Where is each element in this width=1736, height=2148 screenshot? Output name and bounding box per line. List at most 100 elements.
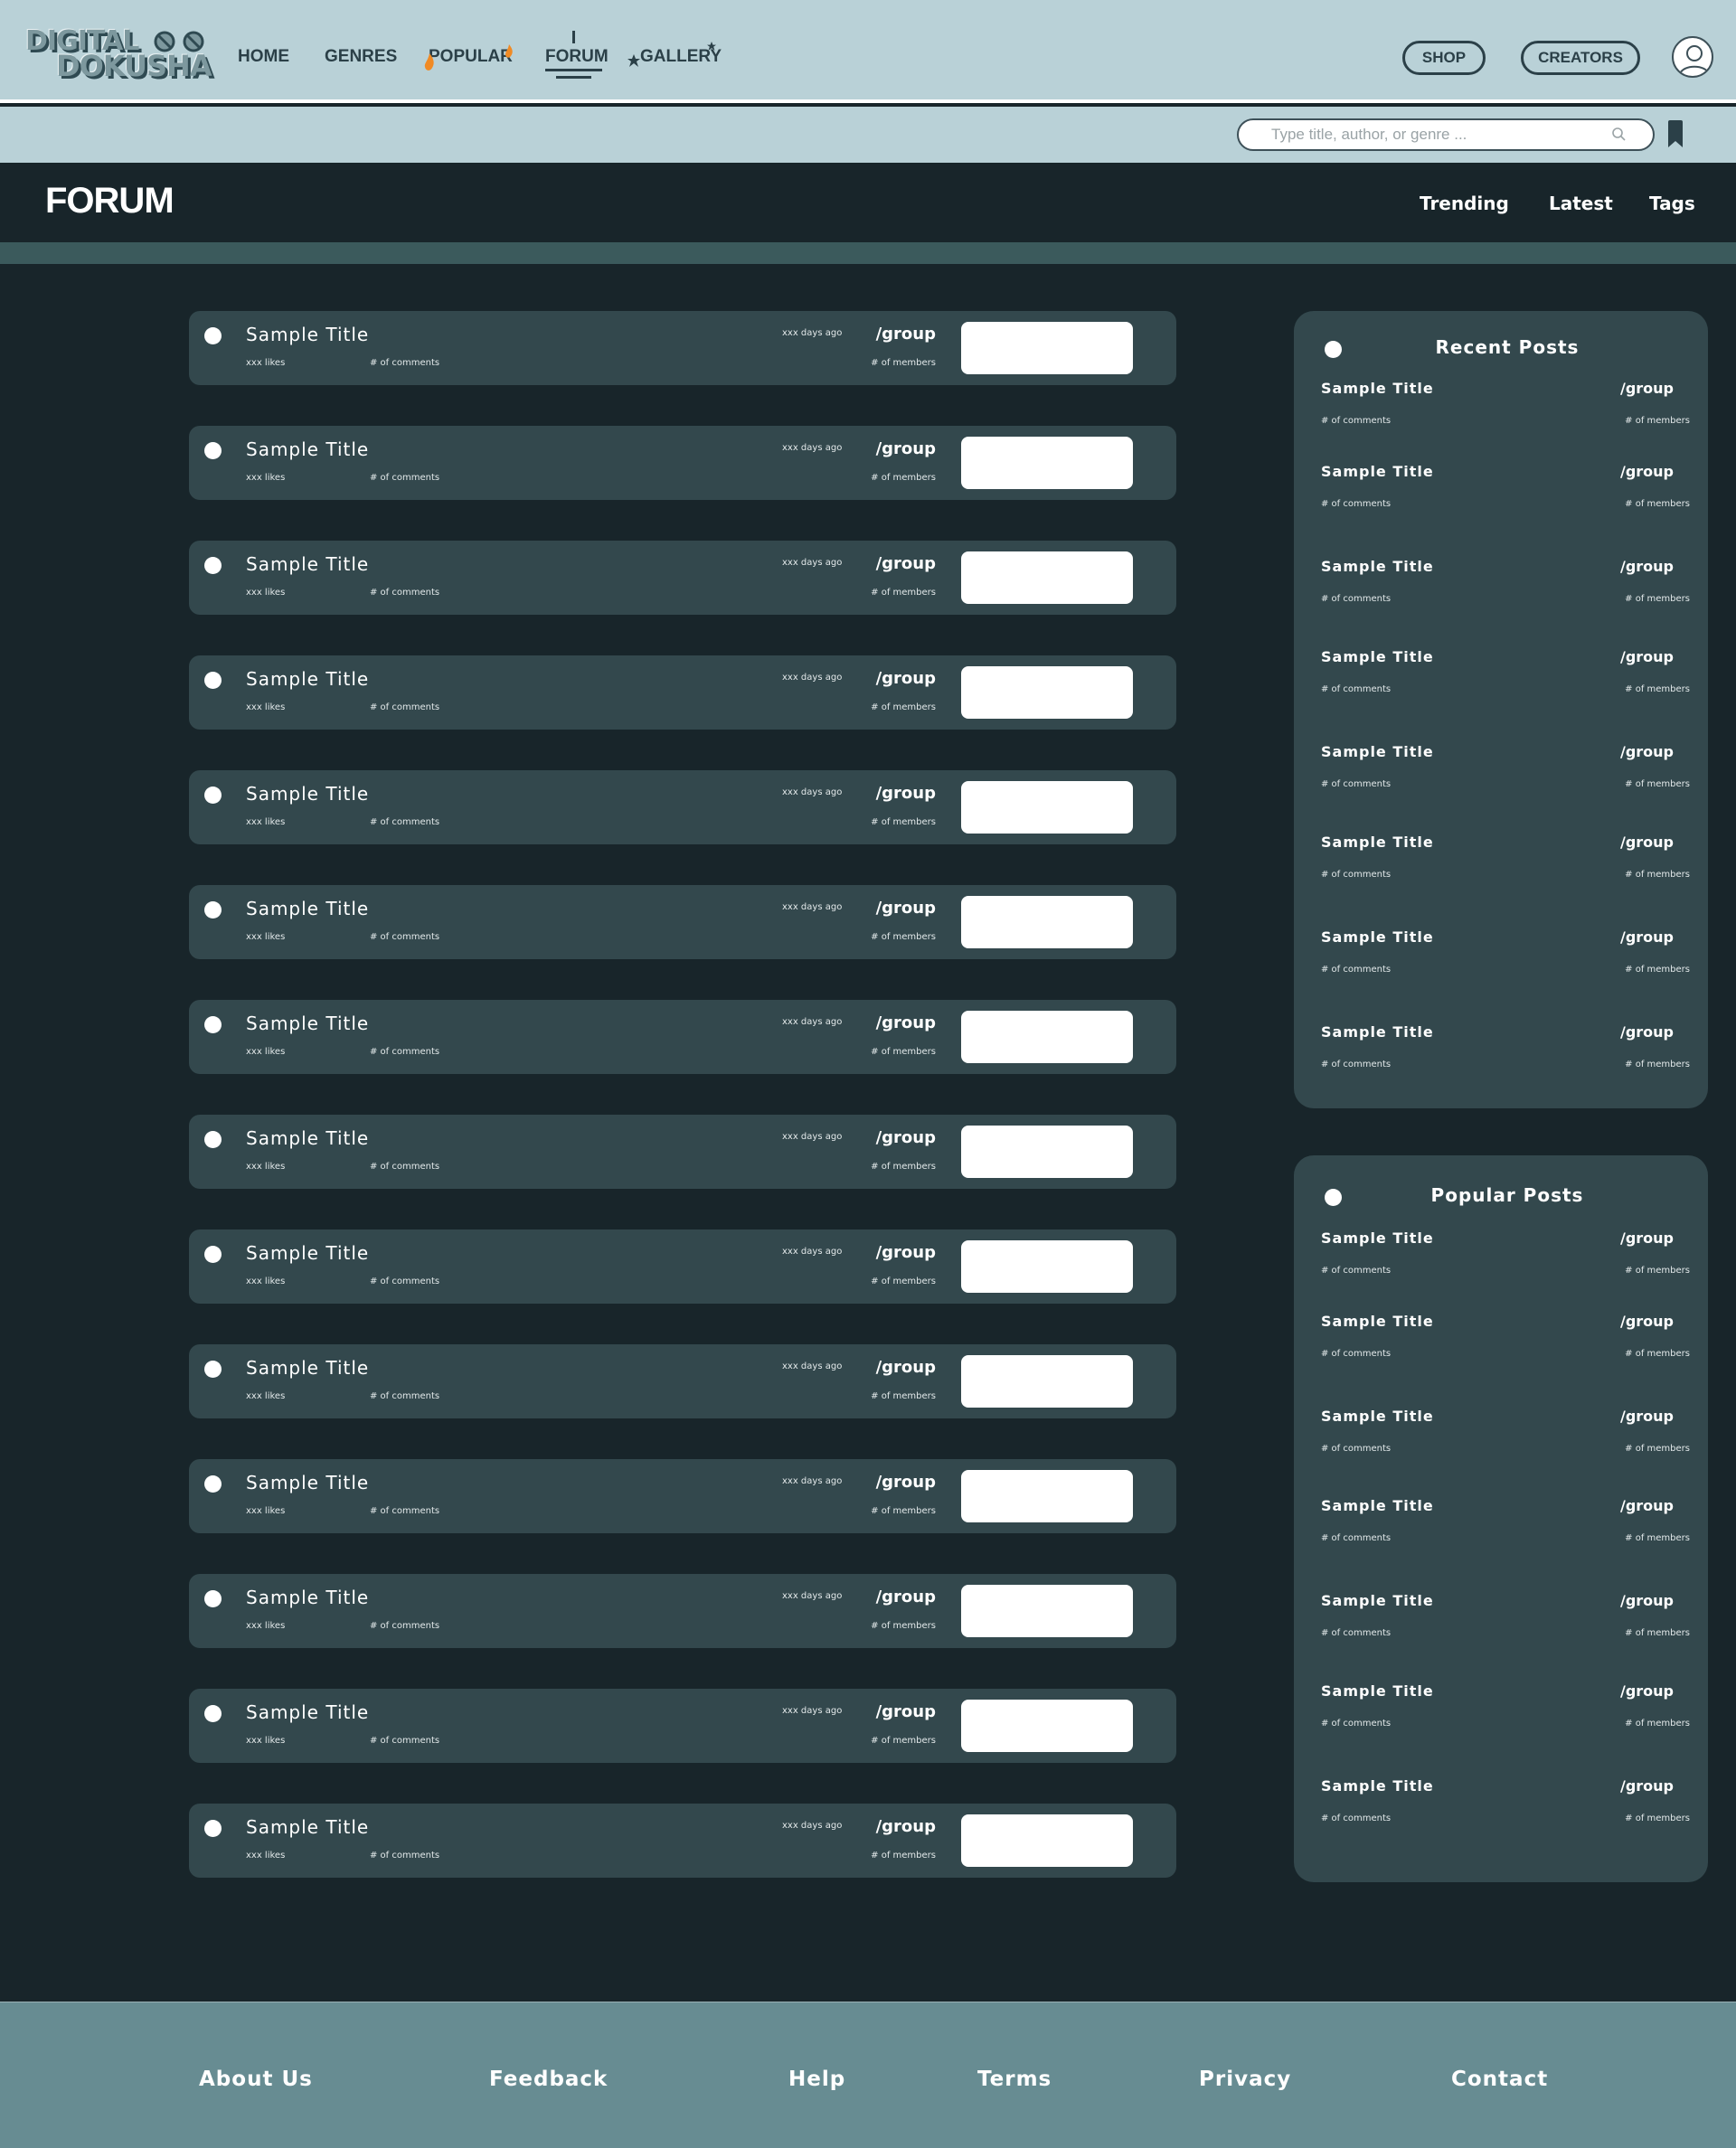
post-title[interactable]: Sample Title — [246, 1013, 369, 1034]
sidebar-post-title[interactable]: Sample Title — [1321, 1682, 1434, 1700]
post-group-link[interactable]: /group — [876, 899, 936, 918]
post-group-link[interactable]: /group — [876, 325, 936, 344]
post-group-link[interactable]: /group — [876, 1358, 936, 1377]
post-group-link[interactable]: /group — [876, 1013, 936, 1032]
sidebar-post-group[interactable]: /group — [1620, 1592, 1674, 1609]
sidebar-post-group[interactable]: /group — [1620, 558, 1674, 575]
post-title[interactable]: Sample Title — [246, 553, 369, 575]
post-group-link[interactable]: /group — [876, 784, 936, 803]
sidebar-post-group[interactable]: /group — [1620, 1777, 1674, 1795]
nav-genres[interactable]: GENRES — [325, 47, 397, 67]
post-join-button[interactable] — [961, 1011, 1133, 1063]
sidebar-post-title[interactable]: Sample Title — [1321, 1023, 1434, 1041]
post-group-link[interactable]: /group — [876, 439, 936, 458]
footer-feedback-link[interactable]: Feedback — [489, 2068, 608, 2091]
sidebar-post-item[interactable]: Sample Title/group # of comments # of memb… — [1294, 1777, 1708, 1832]
search-input[interactable] — [1237, 118, 1655, 151]
post-row[interactable]: Sample Title xxx likes # of comments xxx da… — [189, 1344, 1176, 1418]
sidebar-post-item[interactable]: Sample Title/group # of comments # of memb… — [1294, 1023, 1708, 1078]
post-title[interactable]: Sample Title — [246, 1701, 369, 1723]
post-join-button[interactable] — [961, 551, 1133, 604]
post-join-button[interactable] — [961, 1585, 1133, 1637]
post-row[interactable]: Sample Title xxx likes # of comments xxx da… — [189, 1229, 1176, 1304]
post-join-button[interactable] — [961, 781, 1133, 834]
post-row[interactable]: Sample Title xxx likes # of comments xxx da… — [189, 1115, 1176, 1189]
post-row[interactable]: Sample Title xxx likes # of comments xxx da… — [189, 1574, 1176, 1648]
sidebar-post-item[interactable]: Sample Title/group # of comments # of memb… — [1294, 1229, 1708, 1284]
nav-forum[interactable]: FORUM — [545, 47, 609, 67]
post-group-link[interactable]: /group — [876, 554, 936, 573]
search-icon[interactable] — [1611, 127, 1628, 143]
post-title[interactable]: Sample Title — [246, 324, 369, 345]
sidebar-post-title[interactable]: Sample Title — [1321, 834, 1434, 851]
tab-tags[interactable]: Tags — [1649, 193, 1695, 214]
tab-trending[interactable]: Trending — [1420, 193, 1509, 214]
sidebar-post-title[interactable]: Sample Title — [1321, 463, 1434, 480]
post-title[interactable]: Sample Title — [246, 668, 369, 690]
sidebar-post-group[interactable]: /group — [1620, 834, 1674, 851]
post-row[interactable]: Sample Title xxx likes # of comments xxx da… — [189, 770, 1176, 844]
sidebar-post-item[interactable]: Sample Title/group # of comments # of memb… — [1294, 1408, 1708, 1462]
sidebar-post-title[interactable]: Sample Title — [1321, 380, 1434, 397]
post-row[interactable]: Sample Title xxx likes # of comments xxx da… — [189, 1000, 1176, 1074]
shop-button[interactable]: SHOP — [1402, 41, 1486, 75]
footer-contact-link[interactable]: Contact — [1451, 2068, 1548, 2091]
post-row[interactable]: Sample Title xxx likes # of comments xxx da… — [189, 1689, 1176, 1763]
post-row[interactable]: Sample Title xxx likes # of comments xxx da… — [189, 426, 1176, 500]
post-row[interactable]: Sample Title xxx likes # of comments xxx da… — [189, 655, 1176, 730]
post-title[interactable]: Sample Title — [246, 1472, 369, 1493]
post-join-button[interactable] — [961, 1240, 1133, 1293]
post-group-link[interactable]: /group — [876, 669, 936, 688]
sidebar-post-item[interactable]: Sample Title/group # of comments # of memb… — [1294, 834, 1708, 888]
nav-home[interactable]: HOME — [238, 47, 289, 67]
bookmark-icon[interactable] — [1666, 120, 1684, 147]
footer-about-us-link[interactable]: About Us — [199, 2068, 313, 2091]
post-title[interactable]: Sample Title — [246, 1127, 369, 1149]
sidebar-post-item[interactable]: Sample Title/group # of comments # of memb… — [1294, 1313, 1708, 1367]
sidebar-post-item[interactable]: Sample Title/group # of comments # of memb… — [1294, 1592, 1708, 1646]
post-row[interactable]: Sample Title xxx likes # of comments xxx da… — [189, 885, 1176, 959]
sidebar-post-item[interactable]: Sample Title/group # of comments # of memb… — [1294, 380, 1708, 434]
sidebar-post-group[interactable]: /group — [1620, 1497, 1674, 1514]
nav-popular[interactable]: POPULAR — [429, 47, 513, 67]
post-title[interactable]: Sample Title — [246, 1587, 369, 1608]
sidebar-post-item[interactable]: Sample Title/group # of comments # of memb… — [1294, 928, 1708, 983]
sidebar-post-group[interactable]: /group — [1620, 743, 1674, 760]
sidebar-post-group[interactable]: /group — [1620, 648, 1674, 665]
sidebar-post-group[interactable]: /group — [1620, 1229, 1674, 1247]
brand-logo[interactable]: DIGITAL DOKUSHA — [25, 25, 212, 85]
post-join-button[interactable] — [961, 322, 1133, 374]
post-group-link[interactable]: /group — [876, 1243, 936, 1262]
post-join-button[interactable] — [961, 1126, 1133, 1178]
sidebar-post-title[interactable]: Sample Title — [1321, 648, 1434, 665]
footer-help-link[interactable]: Help — [788, 2068, 845, 2091]
post-group-link[interactable]: /group — [876, 1473, 936, 1492]
footer-privacy-link[interactable]: Privacy — [1199, 2068, 1291, 2091]
post-join-button[interactable] — [961, 1470, 1133, 1522]
post-title[interactable]: Sample Title — [246, 1242, 369, 1264]
post-group-link[interactable]: /group — [876, 1702, 936, 1721]
sidebar-post-title[interactable]: Sample Title — [1321, 743, 1434, 760]
sidebar-post-group[interactable]: /group — [1620, 1682, 1674, 1700]
post-title[interactable]: Sample Title — [246, 1816, 369, 1838]
sidebar-post-item[interactable]: Sample Title/group # of comments # of memb… — [1294, 743, 1708, 797]
post-row[interactable]: Sample Title xxx likes # of comments xxx da… — [189, 311, 1176, 385]
sidebar-post-item[interactable]: Sample Title/group # of comments # of memb… — [1294, 558, 1708, 612]
sidebar-post-title[interactable]: Sample Title — [1321, 1777, 1434, 1795]
post-join-button[interactable] — [961, 1814, 1133, 1867]
sidebar-post-item[interactable]: Sample Title/group # of comments # of memb… — [1294, 648, 1708, 702]
post-join-button[interactable] — [961, 896, 1133, 948]
sidebar-post-group[interactable]: /group — [1620, 1408, 1674, 1425]
sidebar-post-title[interactable]: Sample Title — [1321, 1408, 1434, 1425]
sidebar-post-title[interactable]: Sample Title — [1321, 1229, 1434, 1247]
tab-latest[interactable]: Latest — [1549, 193, 1613, 214]
sidebar-post-item[interactable]: Sample Title/group # of comments # of memb… — [1294, 1497, 1708, 1551]
post-row[interactable]: Sample Title xxx likes # of comments xxx da… — [189, 1459, 1176, 1533]
post-join-button[interactable] — [961, 666, 1133, 719]
post-row[interactable]: Sample Title xxx likes # of comments xxx da… — [189, 1804, 1176, 1878]
sidebar-post-title[interactable]: Sample Title — [1321, 1497, 1434, 1514]
sidebar-post-group[interactable]: /group — [1620, 1023, 1674, 1041]
sidebar-post-group[interactable]: /group — [1620, 1313, 1674, 1330]
post-title[interactable]: Sample Title — [246, 898, 369, 919]
footer-terms-link[interactable]: Terms — [977, 2068, 1052, 2091]
